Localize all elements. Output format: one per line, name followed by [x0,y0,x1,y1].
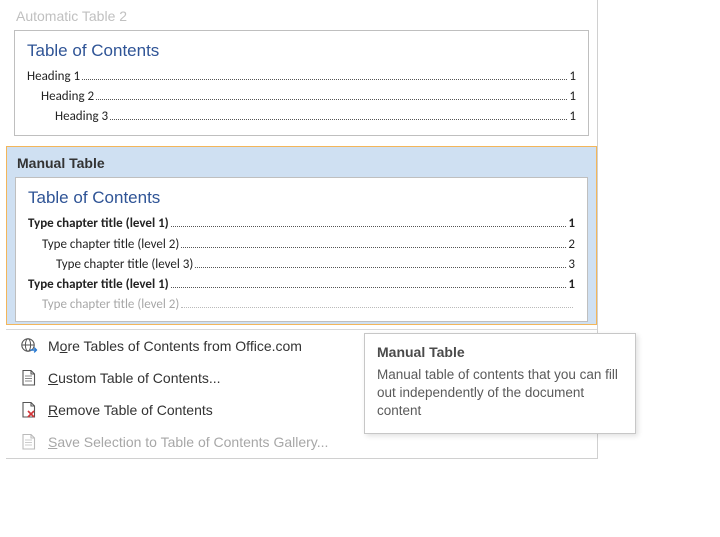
toc-leader [96,99,567,100]
preview-manual-table: Table of Contents Type chapter title (le… [15,177,588,322]
toc-row-label: Type chapter title (level 3) [56,255,193,275]
toc-leader [195,267,566,268]
toc-row-label: Heading 1 [27,67,80,87]
toc-leader [181,307,573,308]
document-lines-icon [20,433,38,451]
document-lines-icon [20,369,38,387]
menu-label: Save Selection to Table of Contents Gall… [48,434,328,450]
toc-row: Type chapter title (level 1) 1 [28,214,575,234]
toc-row-label: Type chapter title (level 1) [28,275,169,295]
gallery-item-title: Automatic Table 2 [14,6,589,30]
toc-row: Type chapter title (level 1) 1 [28,275,575,295]
toc-leader [82,79,567,80]
gallery-item-manual-table[interactable]: Manual Table Table of Contents Type chap… [6,146,597,325]
toc-row-page: 1 [569,87,576,107]
toc-row-page: 1 [569,107,576,127]
toc-row: Heading 3 1 [27,107,576,127]
toc-row-page: 2 [568,235,575,255]
toc-leader [171,287,567,288]
toc-row: Heading 1 1 [27,67,576,87]
gallery-item-automatic-table-2[interactable]: Automatic Table 2 Table of Contents Head… [6,0,597,136]
toc-leader [181,247,566,248]
toc-row: Type chapter title (level 3) 3 [28,255,575,275]
toc-row-label: Type chapter title (level 1) [28,214,169,234]
toc-heading: Table of Contents [27,41,576,61]
toc-row-label: Heading 2 [41,87,94,107]
menu-label: More Tables of Contents from Office.com [48,338,302,354]
toc-row: Type chapter title (level 2) 2 [28,235,575,255]
tooltip-manual-table: Manual Table Manual table of contents th… [364,333,636,434]
toc-row-page: 1 [568,214,575,234]
toc-row-label: Type chapter title (level 2) [42,295,179,315]
menu-label: Remove Table of Contents [48,402,213,418]
document-remove-icon [20,401,38,419]
toc-leader [171,226,567,227]
toc-row: Type chapter title (level 2) [28,295,575,315]
preview-automatic-table-2: Table of Contents Heading 1 1 Heading 2 … [14,30,589,136]
toc-row-label: Heading 3 [55,107,108,127]
toc-row-page: 3 [568,255,575,275]
toc-row-label: Type chapter title (level 2) [42,235,179,255]
globe-online-icon [20,337,38,355]
tooltip-body: Manual table of contents that you can fi… [377,366,623,421]
menu-label: Custom Table of Contents... [48,370,221,386]
toc-row: Heading 2 1 [27,87,576,107]
gallery-item-title: Manual Table [15,153,588,177]
toc-row-page: 1 [568,275,575,295]
toc-leader [110,119,567,120]
toc-heading: Table of Contents [28,188,575,208]
tooltip-title: Manual Table [377,344,623,360]
toc-row-page: 1 [569,67,576,87]
